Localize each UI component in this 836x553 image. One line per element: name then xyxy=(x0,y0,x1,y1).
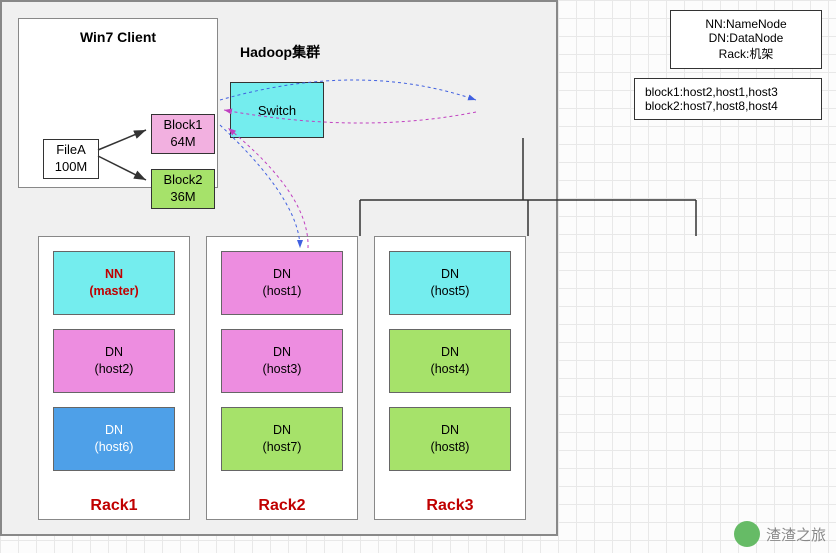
rack2-node2-l1: DN xyxy=(273,344,291,361)
rack1-node2-l2: (host2) xyxy=(95,361,134,378)
rack1-node1: NN (master) xyxy=(53,251,175,315)
legend-dn: DN:DataNode xyxy=(681,31,811,45)
block1-box: Block1 64M xyxy=(151,114,215,154)
rack1-node3: DN (host6) xyxy=(53,407,175,471)
file-name: FileA xyxy=(44,142,98,159)
watermark-icon xyxy=(734,521,760,547)
mapping-note: block1:host2,host1,host3 block2:host7,ho… xyxy=(634,78,822,120)
client-panel: Win7 Client FileA 100M Block1 64M Block2… xyxy=(18,18,218,188)
block1-name: Block1 xyxy=(152,117,214,134)
rack3-node3-l2: (host8) xyxy=(431,439,470,456)
rack3-node1-l1: DN xyxy=(441,266,459,283)
watermark: 渣渣之旅 xyxy=(734,521,826,547)
legend-note: NN:NameNode DN:DataNode Rack:机架 xyxy=(670,10,822,69)
switch-box: Switch xyxy=(230,82,324,138)
block2-name: Block2 xyxy=(152,172,214,189)
cluster-title: Hadoop集群 xyxy=(240,42,320,62)
rack2-node3: DN (host7) xyxy=(221,407,343,471)
rack2-label: Rack2 xyxy=(207,497,357,515)
rack-1: NN (master) DN (host2) DN (host6) Rack1 xyxy=(38,236,190,520)
rack3-node1-l2: (host5) xyxy=(431,283,470,300)
legend-rack: Rack:机架 xyxy=(681,45,811,62)
rack3-node2-l2: (host4) xyxy=(431,361,470,378)
rack3-node3: DN (host8) xyxy=(389,407,511,471)
rack2-node1-l2: (host1) xyxy=(263,283,302,300)
rack1-node1-l2: (master) xyxy=(89,283,138,300)
rack-2: DN (host1) DN (host3) DN (host7) Rack2 xyxy=(206,236,358,520)
rack1-node1-l1: NN xyxy=(105,266,123,283)
rack2-node1: DN (host1) xyxy=(221,251,343,315)
rack1-node2-l1: DN xyxy=(105,344,123,361)
rack-3: DN (host5) DN (host4) DN (host8) Rack3 xyxy=(374,236,526,520)
rack2-node1-l1: DN xyxy=(273,266,291,283)
rack1-node3-l1: DN xyxy=(105,422,123,439)
rack3-label: Rack3 xyxy=(375,497,525,515)
rack3-node2-l1: DN xyxy=(441,344,459,361)
rack3-node3-l1: DN xyxy=(441,422,459,439)
mapping-b2: block2:host7,host8,host4 xyxy=(645,99,811,113)
rack2-node3-l1: DN xyxy=(273,422,291,439)
rack1-node2: DN (host2) xyxy=(53,329,175,393)
block1-size: 64M xyxy=(152,134,214,151)
watermark-text: 渣渣之旅 xyxy=(766,524,826,545)
rack3-node2: DN (host4) xyxy=(389,329,511,393)
rack3-node1: DN (host5) xyxy=(389,251,511,315)
client-title: Win7 Client xyxy=(19,19,217,63)
rack1-label: Rack1 xyxy=(39,497,189,515)
rack2-node3-l2: (host7) xyxy=(263,439,302,456)
mapping-b1: block1:host2,host1,host3 xyxy=(645,85,811,99)
block2-size: 36M xyxy=(152,189,214,206)
rack2-node2-l2: (host3) xyxy=(263,361,302,378)
file-box: FileA 100M xyxy=(43,139,99,179)
file-size: 100M xyxy=(44,159,98,176)
rack2-node2: DN (host3) xyxy=(221,329,343,393)
legend-nn: NN:NameNode xyxy=(681,17,811,31)
rack1-node3-l2: (host6) xyxy=(95,439,134,456)
block2-box: Block2 36M xyxy=(151,169,215,209)
